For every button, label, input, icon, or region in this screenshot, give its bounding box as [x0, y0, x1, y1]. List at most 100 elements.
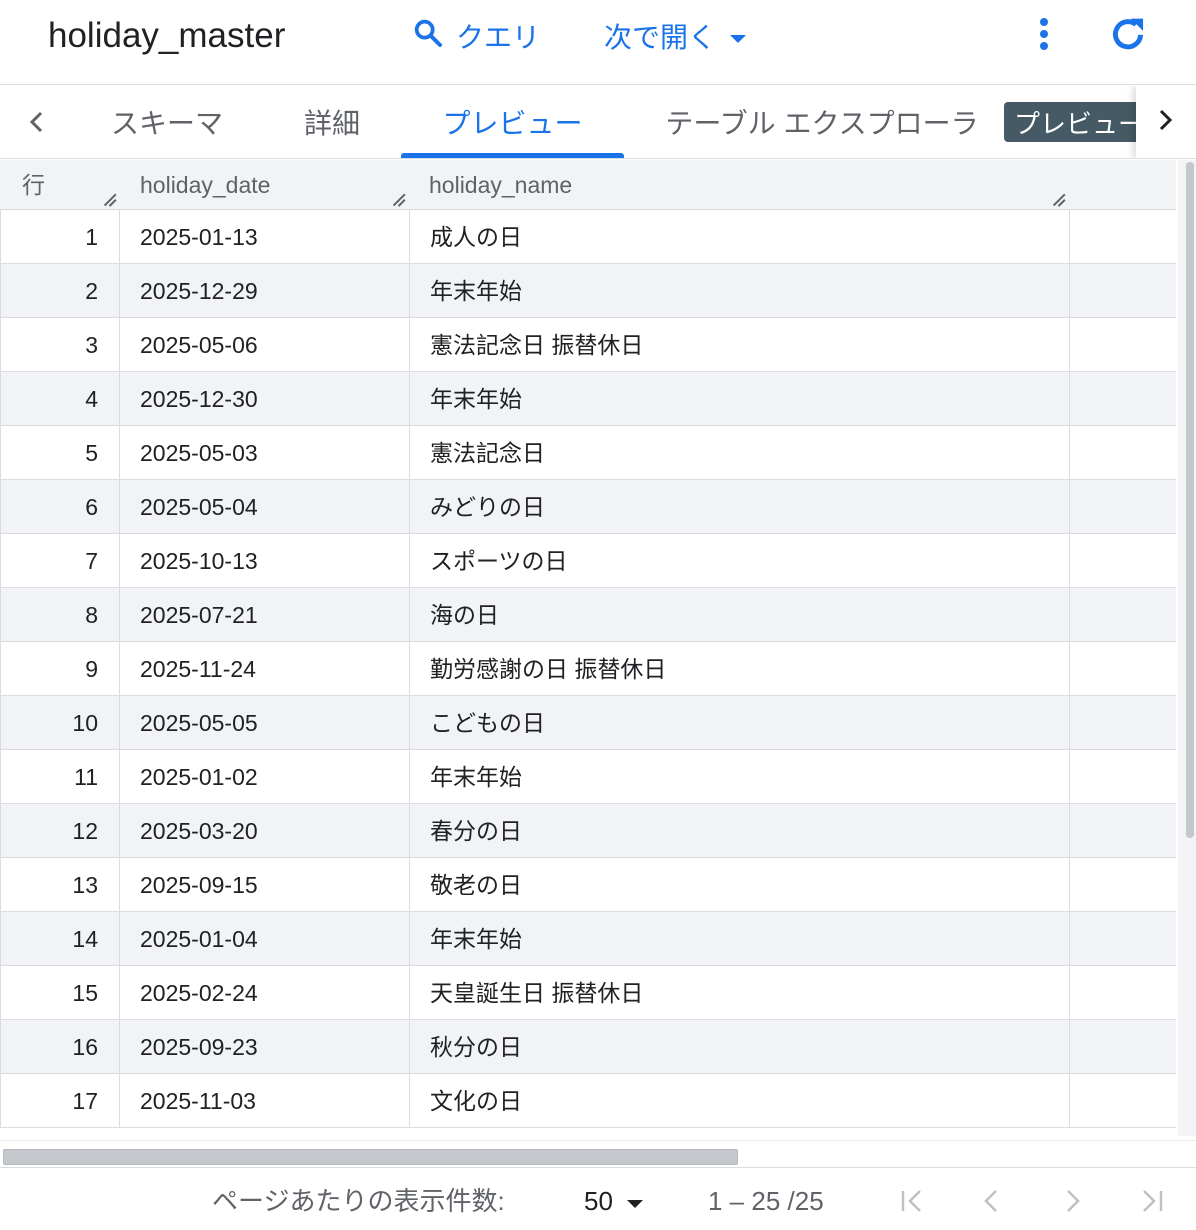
holiday-date-cell[interactable]: 2025-12-30 — [120, 372, 410, 426]
holiday-name-cell[interactable]: 勤労感謝の日 振替休日 — [410, 642, 1070, 696]
holiday-date-cell[interactable]: 2025-12-29 — [120, 264, 410, 318]
holiday-name-cell[interactable]: 文化の日 — [410, 1074, 1070, 1128]
row-number-cell[interactable]: 5 — [0, 426, 120, 480]
row-number-cell[interactable]: 6 — [0, 480, 120, 534]
tab-scroll-right-button[interactable] — [1136, 86, 1196, 158]
table-row[interactable]: 3 2025-05-06 憲法記念日 振替休日 — [0, 318, 1176, 372]
page-title: holiday_master — [48, 16, 286, 55]
holiday-name-cell[interactable]: 年末年始 — [410, 912, 1070, 966]
table-row[interactable]: 7 2025-10-13 スポーツの日 — [0, 534, 1176, 588]
holiday-date-cell[interactable]: 2025-03-20 — [120, 804, 410, 858]
caret-down-icon — [625, 1186, 645, 1217]
column-resize-handle[interactable] — [1051, 191, 1067, 207]
holiday-date-cell[interactable]: 2025-09-23 — [120, 1020, 410, 1074]
row-number-cell[interactable]: 10 — [0, 696, 120, 750]
table-row[interactable]: 5 2025-05-03 憲法記念日 — [0, 426, 1176, 480]
row-number-cell[interactable]: 7 — [0, 534, 120, 588]
holiday-date-cell[interactable]: 2025-05-06 — [120, 318, 410, 372]
previous-page-button[interactable] — [972, 1183, 1012, 1223]
table-row[interactable]: 4 2025-12-30 年末年始 — [0, 372, 1176, 426]
row-number-cell[interactable]: 4 — [0, 372, 120, 426]
holiday-name-cell[interactable]: スポーツの日 — [410, 534, 1070, 588]
holiday-date-cell[interactable]: 2025-09-15 — [120, 858, 410, 912]
row-number-cell[interactable]: 11 — [0, 750, 120, 804]
holiday-date-cell[interactable]: 2025-01-04 — [120, 912, 410, 966]
table-row[interactable]: 1 2025-01-13 成人の日 — [0, 210, 1176, 264]
row-number-cell[interactable]: 12 — [0, 804, 120, 858]
holiday-date-cell[interactable]: 2025-10-13 — [120, 534, 410, 588]
row-number-cell[interactable]: 14 — [0, 912, 120, 966]
holiday-name-cell[interactable]: 年末年始 — [410, 750, 1070, 804]
vertical-scrollbar-thumb[interactable] — [1186, 162, 1194, 838]
row-number-cell[interactable]: 2 — [0, 264, 120, 318]
refresh-button[interactable] — [1104, 12, 1152, 60]
column-header-holiday-name[interactable]: holiday_name — [429, 160, 572, 210]
column-header-holiday-date[interactable]: holiday_date — [140, 160, 270, 210]
row-number-cell[interactable]: 3 — [0, 318, 120, 372]
query-button[interactable]: クエリ — [412, 14, 540, 58]
row-number-cell[interactable]: 1 — [0, 210, 120, 264]
holiday-date-cell[interactable]: 2025-07-21 — [120, 588, 410, 642]
open-with-button[interactable]: 次で開く — [604, 14, 748, 58]
table-row[interactable]: 8 2025-07-21 海の日 — [0, 588, 1176, 642]
holiday-date-cell[interactable]: 2025-11-03 — [120, 1074, 410, 1128]
table-row[interactable]: 14 2025-01-04 年末年始 — [0, 912, 1176, 966]
holiday-name-cell[interactable]: 春分の日 — [410, 804, 1070, 858]
tab-schema[interactable]: スキーマ — [92, 86, 242, 158]
holiday-name-cell[interactable]: 海の日 — [410, 588, 1070, 642]
next-page-button[interactable] — [1052, 1183, 1092, 1223]
holiday-date-cell[interactable]: 2025-05-04 — [120, 480, 410, 534]
row-number-cell[interactable]: 9 — [0, 642, 120, 696]
holiday-name-cell[interactable]: こどもの日 — [410, 696, 1070, 750]
row-number-cell[interactable]: 17 — [0, 1074, 120, 1128]
holiday-date-cell[interactable]: 2025-02-24 — [120, 966, 410, 1020]
row-number-cell[interactable]: 15 — [0, 966, 120, 1020]
horizontal-scrollbar-thumb[interactable] — [3, 1149, 738, 1165]
holiday-name-cell[interactable]: 天皇誕生日 振替休日 — [410, 966, 1070, 1020]
holiday-name-cell[interactable]: 年末年始 — [410, 372, 1070, 426]
column-resize-handle[interactable] — [391, 191, 407, 207]
holiday-date-cell[interactable]: 2025-05-03 — [120, 426, 410, 480]
table-row[interactable]: 16 2025-09-23 秋分の日 — [0, 1020, 1176, 1074]
holiday-name-cell[interactable]: みどりの日 — [410, 480, 1070, 534]
chevron-left-icon — [978, 1187, 1006, 1220]
holiday-name-cell[interactable]: 成人の日 — [410, 210, 1070, 264]
row-number-cell[interactable]: 16 — [0, 1020, 120, 1074]
search-icon — [412, 17, 444, 56]
rows-per-page-select[interactable]: 50 — [584, 1183, 645, 1219]
table-row[interactable]: 12 2025-03-20 春分の日 — [0, 804, 1176, 858]
table-row[interactable]: 13 2025-09-15 敬老の日 — [0, 858, 1176, 912]
holiday-date-cell[interactable]: 2025-01-13 — [120, 210, 410, 264]
tab-bar: スキーマ 詳細 プレビュー テーブル エクスプローラ プレビュー — [0, 86, 1196, 159]
table-row[interactable]: 11 2025-01-02 年末年始 — [0, 750, 1176, 804]
table-row[interactable]: 6 2025-05-04 みどりの日 — [0, 480, 1176, 534]
page-range-text: 1 – 25 /25 — [708, 1186, 824, 1216]
table-row[interactable]: 9 2025-11-24 勤労感謝の日 振替休日 — [0, 642, 1176, 696]
last-page-button[interactable] — [1132, 1183, 1172, 1223]
tab-table-explorer[interactable]: テーブル エクスプローラ — [654, 86, 990, 158]
holiday-name-cell[interactable]: 秋分の日 — [410, 1020, 1070, 1074]
row-number-cell[interactable]: 13 — [0, 858, 120, 912]
open-with-label: 次で開く — [604, 22, 717, 53]
row-number-cell[interactable]: 8 — [0, 588, 120, 642]
holiday-date-cell[interactable]: 2025-11-24 — [120, 642, 410, 696]
query-button-label: クエリ — [456, 22, 541, 53]
table-row[interactable]: 15 2025-02-24 天皇誕生日 振替休日 — [0, 966, 1176, 1020]
holiday-name-cell[interactable]: 年末年始 — [410, 264, 1070, 318]
table-row[interactable]: 17 2025-11-03 文化の日 — [0, 1074, 1176, 1128]
first-page-button[interactable] — [892, 1183, 932, 1223]
tab-details[interactable]: 詳細 — [272, 86, 392, 158]
more-options-button[interactable] — [1024, 14, 1064, 58]
holiday-name-cell[interactable]: 憲法記念日 — [410, 426, 1070, 480]
tab-preview[interactable]: プレビュー — [401, 86, 624, 158]
rows-per-page-label: ページあたりの表示件数: — [212, 1186, 505, 1216]
table-row[interactable]: 10 2025-05-05 こどもの日 — [0, 696, 1176, 750]
holiday-name-cell[interactable]: 憲法記念日 振替休日 — [410, 318, 1070, 372]
table-row[interactable]: 2 2025-12-29 年末年始 — [0, 264, 1176, 318]
preview-table: 行 holiday_date holiday_name 1 2025-01-13 成… — [0, 160, 1176, 1136]
holiday-date-cell[interactable]: 2025-01-02 — [120, 750, 410, 804]
tab-scroll-left-button[interactable] — [14, 102, 58, 146]
holiday-name-cell[interactable]: 敬老の日 — [410, 858, 1070, 912]
column-resize-handle[interactable] — [102, 191, 118, 207]
holiday-date-cell[interactable]: 2025-05-05 — [120, 696, 410, 750]
